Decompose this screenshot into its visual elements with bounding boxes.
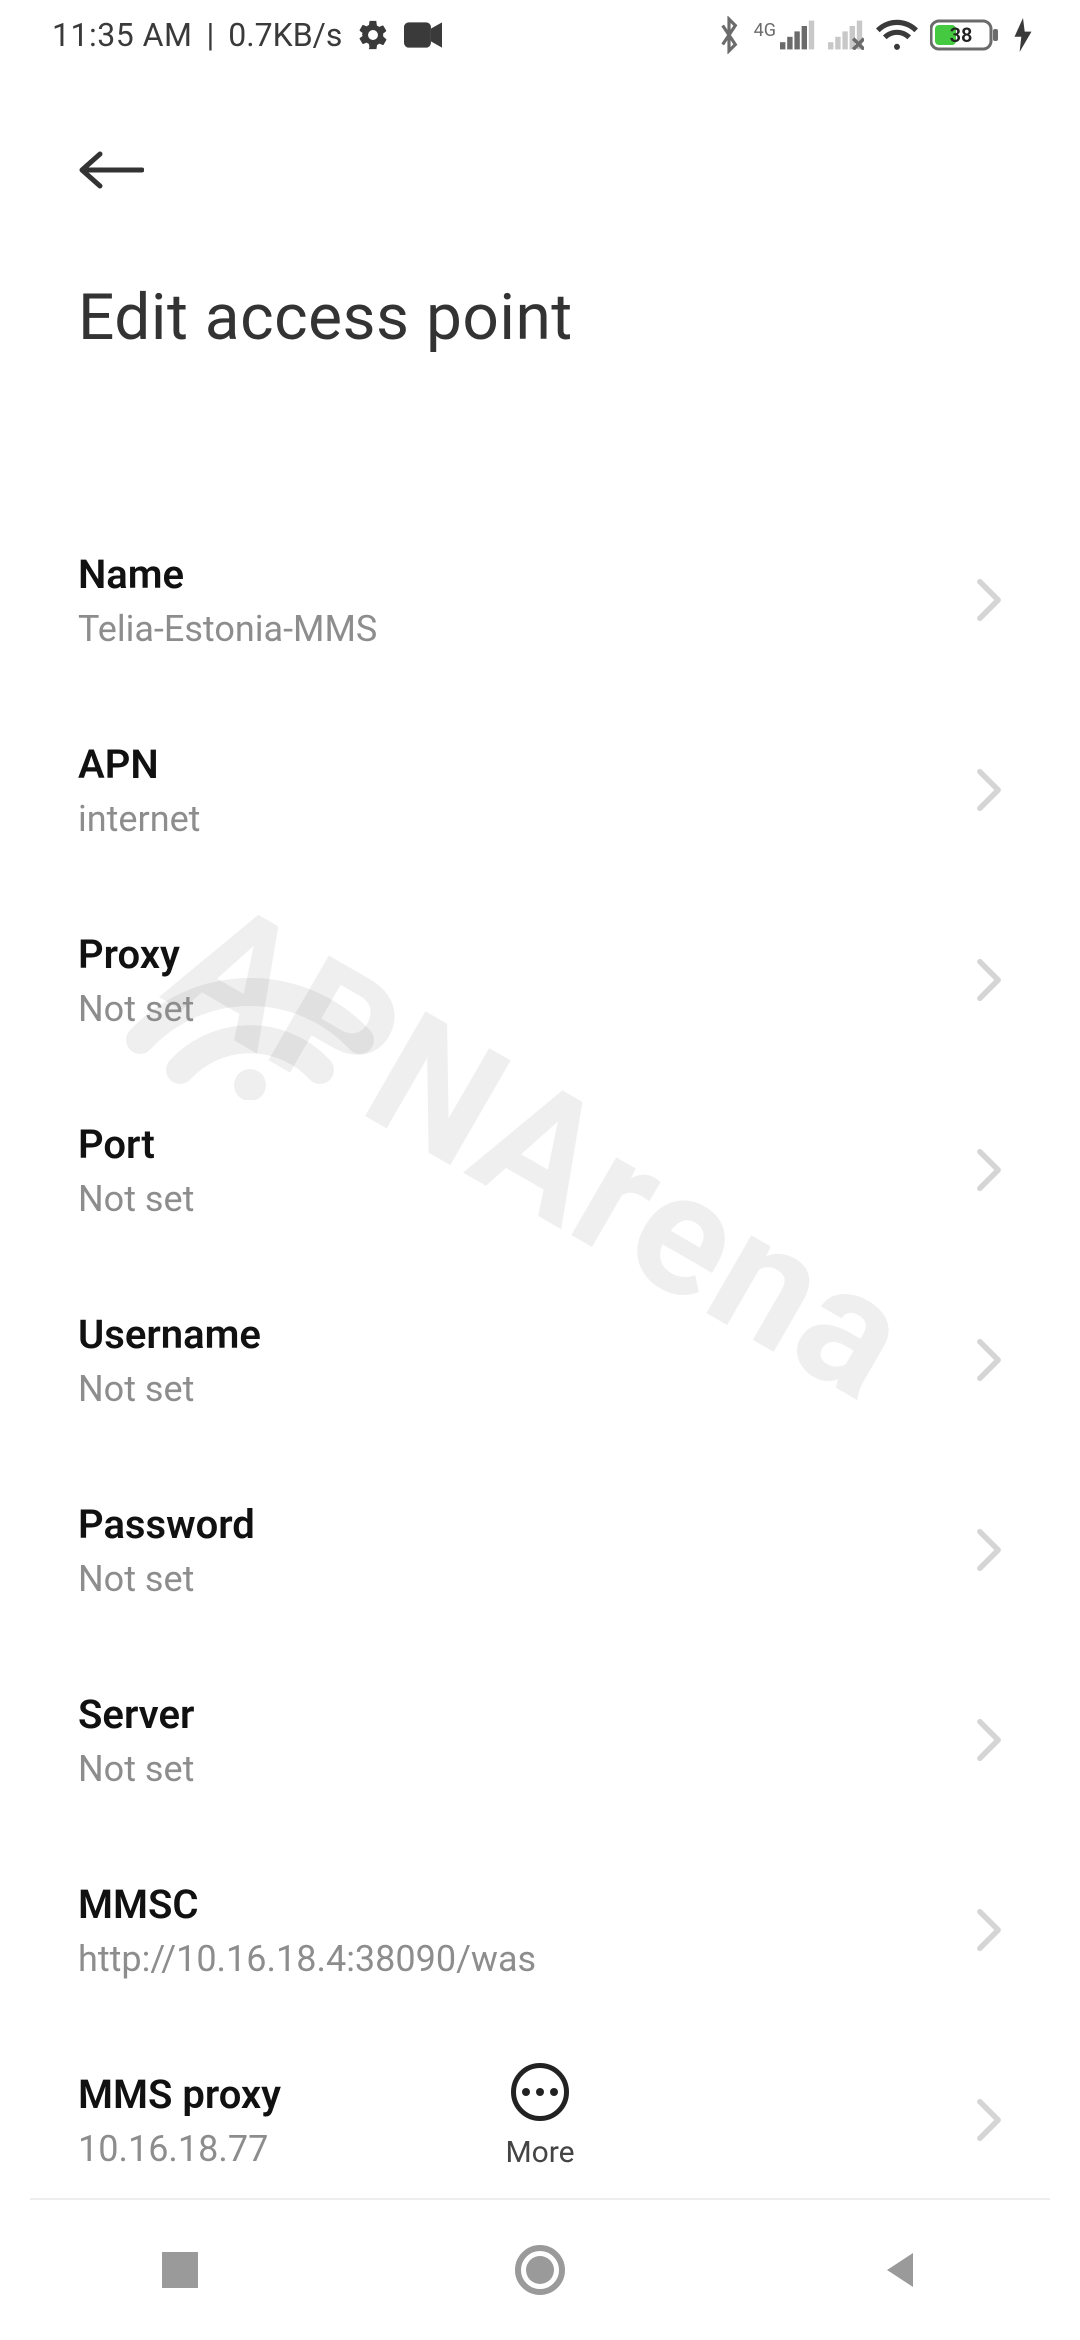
- setting-label: Username: [78, 1311, 261, 1358]
- setting-row-apn[interactable]: APN internet: [78, 695, 1002, 885]
- setting-label: APN: [78, 741, 200, 788]
- chevron-right-icon: [976, 1528, 1002, 1572]
- bluetooth-icon: [716, 16, 742, 54]
- status-separator: |: [206, 16, 214, 54]
- square-icon: [159, 2249, 201, 2291]
- settings-list: Name Telia-Estonia-MMS APN internet Prox…: [0, 505, 1080, 2165]
- status-data-rate: 0.7KB/s: [228, 16, 342, 54]
- setting-value: Not set: [78, 1748, 194, 1790]
- setting-row-mmsc[interactable]: MMSC http://10.16.18.4:38090/was: [78, 1835, 1002, 2025]
- triangle-left-icon: [879, 2249, 921, 2291]
- setting-label: Password: [78, 1501, 255, 1548]
- setting-value: Not set: [78, 1178, 194, 1220]
- page-title: Edit access point: [78, 280, 1002, 355]
- nav-home[interactable]: [440, 2244, 640, 2296]
- nav-back[interactable]: [800, 2249, 1000, 2291]
- setting-row-password[interactable]: Password Not set: [78, 1455, 1002, 1645]
- chevron-right-icon: [976, 1908, 1002, 1952]
- circle-icon: [514, 2244, 566, 2296]
- setting-value: Not set: [78, 1368, 261, 1410]
- svg-text:38: 38: [950, 23, 973, 47]
- setting-value: Not set: [78, 1558, 255, 1600]
- signal-sim1-icon: [780, 20, 816, 50]
- chevron-right-icon: [976, 1718, 1002, 1762]
- system-navigation-bar: [0, 2200, 1080, 2340]
- status-time: 11:35 AM: [52, 16, 192, 54]
- setting-label: Proxy: [78, 931, 194, 978]
- setting-row-proxy[interactable]: Proxy Not set: [78, 885, 1002, 1075]
- chevron-right-icon: [976, 958, 1002, 1002]
- back-button[interactable]: [78, 130, 158, 210]
- setting-row-username[interactable]: Username Not set: [78, 1265, 1002, 1455]
- chevron-right-icon: [976, 1338, 1002, 1382]
- charging-icon: [1014, 18, 1032, 52]
- chevron-right-icon: [976, 1148, 1002, 1192]
- setting-label: MMSC: [78, 1881, 536, 1928]
- more-button[interactable]: More: [0, 2063, 1080, 2170]
- status-bar: 11:35 AM | 0.7KB/s 4G 38: [0, 0, 1080, 70]
- battery-icon: 38: [930, 18, 1002, 52]
- chevron-right-icon: [976, 578, 1002, 622]
- setting-row-server[interactable]: Server Not set: [78, 1645, 1002, 1835]
- setting-label: Port: [78, 1121, 194, 1168]
- setting-label: Server: [78, 1691, 194, 1738]
- more-icon: [511, 2063, 569, 2121]
- gear-icon: [356, 18, 390, 52]
- setting-row-name[interactable]: Name Telia-Estonia-MMS: [78, 505, 1002, 695]
- chevron-right-icon: [976, 768, 1002, 812]
- more-label: More: [505, 2135, 574, 2170]
- arrow-left-icon: [78, 150, 144, 190]
- setting-value: internet: [78, 798, 200, 840]
- setting-label: Name: [78, 551, 377, 598]
- setting-value: Telia-Estonia-MMS: [78, 608, 377, 650]
- setting-value: Not set: [78, 988, 194, 1030]
- wifi-icon: [876, 19, 918, 51]
- nav-recent-apps[interactable]: [80, 2249, 280, 2291]
- network-type-badge: 4G: [754, 20, 776, 41]
- setting-value: http://10.16.18.4:38090/was: [78, 1938, 536, 1980]
- signal-sim2-icon: [828, 20, 864, 50]
- setting-row-port[interactable]: Port Not set: [78, 1075, 1002, 1265]
- camera-icon: [404, 21, 442, 49]
